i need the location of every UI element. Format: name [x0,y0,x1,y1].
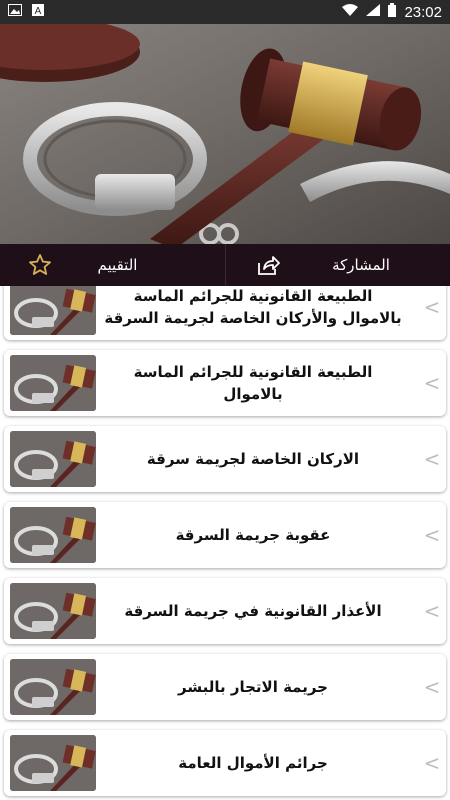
thumbnail-image [10,659,96,715]
header-image [0,24,450,244]
chevron-icon: < [423,675,441,699]
list-item[interactable]: الطبيعة القانونية للجرائم الماسة بالاموا… [4,286,446,340]
chevron-icon: < [423,371,441,395]
thumbnail-image [10,507,96,563]
image-icon [8,4,22,20]
chevron-icon: < [423,751,441,775]
action-bar: التقييم المشاركة [0,244,450,286]
chevron-icon: < [423,295,441,319]
a-letter-icon: A [32,4,44,20]
list-item-title: الأعذار القانونية في جريمة السرقة [124,602,382,620]
list-item-title: جرائم الأموال العامة [178,754,328,772]
list-item[interactable]: عقوبة جريمة السرقة < [4,502,446,568]
list-item[interactable]: الاركان الخاصة لجريمة سرقة < [4,426,446,492]
list-item[interactable]: الأعذار القانونية في جريمة السرقة < [4,578,446,644]
list-item-title: الطبيعة القانونية للجرائم الماسة بالاموا… [133,363,373,403]
list-item-title: الاركان الخاصة لجريمة سرقة [146,450,360,468]
share-button[interactable]: المشاركة [225,244,450,286]
thumbnail-image [10,735,96,791]
rate-label: التقييم [97,256,138,274]
wifi-icon [342,4,359,20]
list-item-title: الطبيعة القانونية للجرائم الماسة بالاموا… [104,287,402,327]
share-label: المشاركة [332,256,390,274]
battery-icon [388,3,397,21]
rate-button[interactable]: التقييم [0,244,225,286]
chevron-icon: < [423,599,441,623]
thumbnail-image [10,286,96,335]
list-item-title: جريمة الاتجار بالبشر [177,678,328,696]
thumbnail-image [10,355,96,411]
thumbnail-image [10,431,96,487]
topics-list: الطبيعة القانونية للجرائم الماسة بالاموا… [0,286,450,800]
svg-text:A: A [35,6,42,16]
list-item[interactable]: الطبيعة القانونية للجرائم الماسة بالاموا… [4,350,446,416]
status-time: 23:02 [404,3,442,21]
list-item[interactable]: جريمة الاتجار بالبشر < [4,654,446,720]
share-icon [256,254,280,276]
chevron-icon: < [423,447,441,471]
status-bar: A 23:02 [0,0,450,24]
signal-icon [366,4,381,20]
list-item[interactable]: جرائم الأموال العامة < [4,730,446,796]
thumbnail-image [10,583,96,639]
star-icon [28,253,52,277]
list-item-title: عقوبة جريمة السرقة [175,526,331,544]
chevron-icon: < [423,523,441,547]
